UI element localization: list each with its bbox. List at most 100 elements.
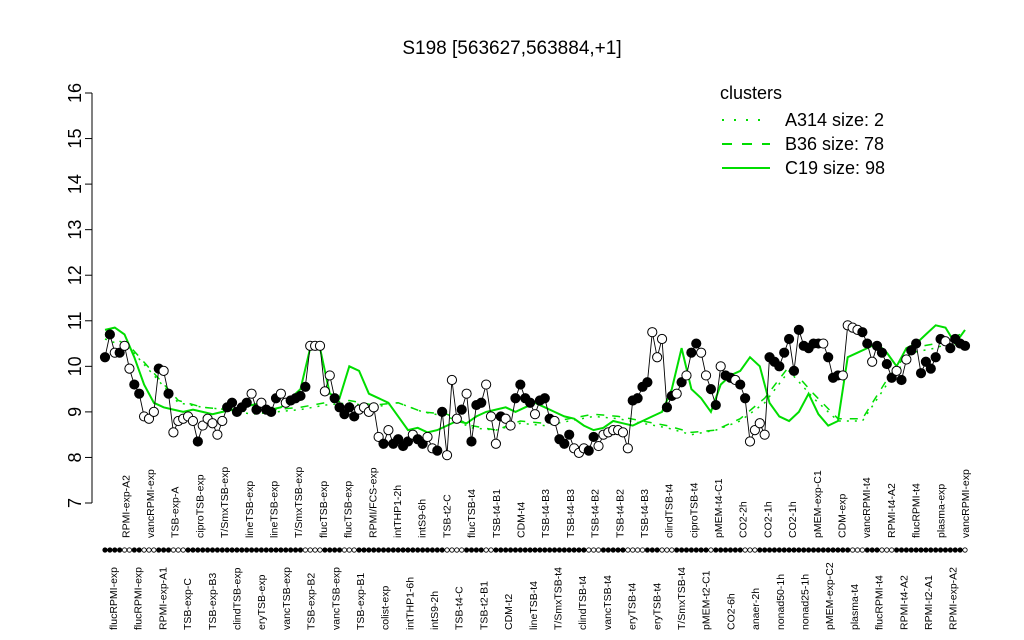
data-point — [823, 352, 834, 363]
data-point — [876, 347, 888, 358]
data-point — [505, 420, 516, 431]
rug-marker — [493, 547, 499, 553]
rug-marker — [576, 547, 582, 553]
data-point — [129, 379, 140, 390]
data-point — [642, 377, 653, 388]
rug-marker — [195, 547, 201, 553]
x-tick-label: eryTSB-t4 — [627, 583, 639, 630]
x-tick-label: ciproTSB-exp — [194, 474, 206, 538]
rug-marker — [722, 547, 729, 553]
chart: S198 [563627,563884,+1] 7 8 9 10 11 12 13 14 15 1… — [65, 38, 972, 630]
rug-marker — [591, 547, 597, 553]
rug-marker — [727, 547, 734, 553]
rug-marker — [219, 547, 225, 553]
x-tick-label: TSB-t4-B3 — [639, 489, 651, 538]
data-point — [661, 402, 673, 413]
x-tick-label: RPMI-t4-A2 — [886, 483, 898, 538]
data-point — [647, 327, 658, 338]
rug-marker — [517, 547, 523, 553]
x-tick-label: nonad25-1h — [799, 574, 811, 630]
data-point — [378, 438, 389, 449]
rug-marker — [806, 547, 812, 553]
rug-marker — [898, 547, 905, 553]
rug-marker — [180, 547, 186, 553]
rug-marker — [928, 547, 934, 553]
data-point — [368, 402, 379, 413]
rug-marker — [273, 547, 279, 553]
data-point — [593, 440, 604, 452]
rug-marker — [126, 547, 133, 553]
data-point — [710, 399, 721, 411]
data-point — [99, 352, 111, 363]
data-point — [632, 393, 643, 404]
rug-marker — [630, 547, 636, 553]
rug-marker — [595, 547, 602, 553]
data-point — [461, 388, 472, 399]
data-point — [134, 388, 145, 399]
rug-marker — [346, 547, 352, 553]
x-tick-label: vancTSB-t4 — [602, 575, 614, 630]
data-point — [774, 361, 785, 372]
data-point — [896, 374, 907, 386]
rug-marker — [107, 547, 113, 553]
y-tick-label: 13 — [65, 220, 85, 240]
rug-marker — [757, 547, 763, 553]
x-tick-label: pMEM-t4-C1 — [713, 478, 725, 538]
rug-marker — [893, 547, 900, 553]
data-point — [564, 429, 575, 440]
data-point — [515, 379, 526, 390]
y-tick-label: 12 — [65, 265, 85, 285]
data-point — [793, 324, 804, 335]
data-point — [432, 445, 443, 456]
x-tick-label: flucRPMI-exp — [133, 567, 145, 630]
data-point — [446, 374, 458, 386]
rug-marker — [840, 547, 846, 553]
data-point — [192, 436, 203, 447]
rug-marker — [659, 547, 665, 553]
legend-entries: A314 size: 2 B36 size: 78 C19 size: 98 — [722, 110, 885, 178]
rug-marker — [933, 547, 939, 553]
rug-marker — [820, 547, 826, 553]
rug-marker — [713, 547, 719, 553]
rug-marker — [307, 547, 313, 553]
rug-marker — [747, 547, 753, 553]
y-tick-label: 8 — [65, 452, 85, 462]
rug-marker — [361, 547, 367, 553]
rug-marker — [566, 547, 572, 553]
rug-marker — [190, 547, 196, 553]
rug-marker — [649, 547, 655, 553]
rug-marker — [864, 547, 870, 553]
rug-marker — [117, 547, 123, 553]
x-tick-label: TSB-t2-C — [441, 494, 453, 538]
data-point — [168, 427, 179, 438]
data-point — [314, 340, 326, 351]
rug-marker — [131, 547, 137, 553]
data-point — [119, 340, 130, 351]
rug-marker — [581, 547, 587, 553]
rug-marker — [141, 547, 147, 553]
data-point — [891, 365, 902, 376]
y-tick-label: 7 — [65, 498, 85, 508]
data-point — [104, 329, 115, 340]
x-tick-label: intS9-6h — [417, 499, 429, 538]
x-tick-label: TSB-exp-A — [170, 487, 182, 538]
rug-marker — [527, 547, 533, 553]
data-point — [481, 379, 492, 390]
data-point — [945, 343, 956, 354]
rug-marker — [889, 547, 895, 553]
rug-marker — [400, 547, 406, 553]
rug-marker — [253, 547, 260, 553]
data-points — [99, 320, 971, 461]
x-tick-label: RPMI-exp-A1 — [157, 567, 169, 630]
x-tick-label: colist-exp — [380, 585, 392, 630]
data-point — [735, 379, 746, 390]
rug-marker — [605, 547, 611, 553]
x-tick-label: T/SmxTSB-t4 — [676, 567, 688, 630]
rug-marker — [439, 547, 445, 553]
data-point — [490, 438, 502, 449]
x-tick-label: clindTSB-t4 — [577, 576, 589, 630]
rug-marker — [918, 547, 924, 553]
rug-marker — [268, 547, 274, 553]
data-point — [525, 397, 536, 408]
rug-marker — [200, 547, 206, 553]
